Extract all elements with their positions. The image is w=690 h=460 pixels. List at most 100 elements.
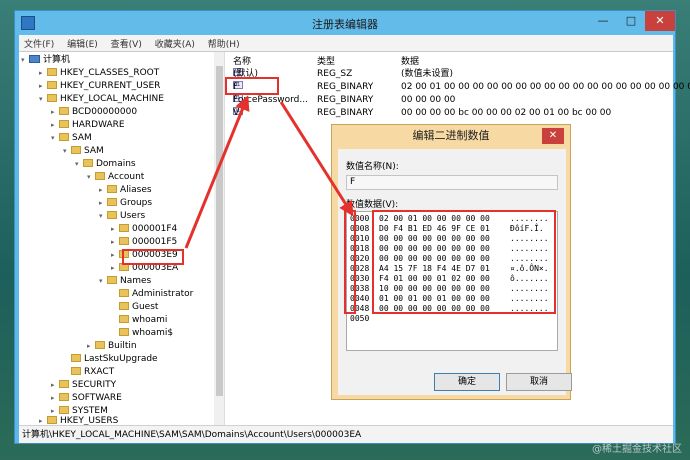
expand-arrow-icon[interactable]: ▸ [99, 197, 107, 209]
expand-arrow-icon[interactable]: ▸ [51, 379, 59, 391]
folder-icon [59, 107, 69, 115]
tree-item[interactable]: Guest [111, 301, 158, 313]
tree-item[interactable]: RXACT [63, 366, 114, 378]
tree-item[interactable]: ▸ Aliases [99, 184, 152, 196]
menu-view[interactable]: 查看(V) [106, 35, 147, 52]
menu-file[interactable]: 文件(F) [19, 35, 59, 52]
dialog-close-button[interactable]: ✕ [542, 128, 564, 144]
value-data: 00 00 00 00 [401, 95, 456, 105]
tree-item[interactable]: ▸ HKEY_CLASSES_ROOT [39, 67, 159, 79]
tree-label: Guest [132, 302, 159, 312]
value-row[interactable]: 01 ForcePassword... REG_BINARY 00 00 00 0… [229, 94, 673, 107]
tree-item[interactable]: ▸ Groups [99, 197, 152, 209]
tree-item[interactable]: Administrator [111, 288, 193, 300]
folder-icon [47, 68, 57, 76]
tree-label: BCD00000000 [72, 107, 138, 117]
folder-icon [119, 328, 129, 336]
value-name-field[interactable]: F [346, 175, 558, 190]
collapse-arrow-icon[interactable]: ▾ [99, 275, 107, 287]
tree-label: Administrator [132, 289, 194, 299]
tree-item[interactable]: ▸ SECURITY [51, 379, 116, 391]
tree-item[interactable]: ▾ SAM [63, 145, 104, 157]
collapse-arrow-icon[interactable]: ▾ [87, 171, 95, 183]
value-row[interactable]: ab (默认) REG_SZ (数值未设置) [229, 68, 673, 81]
value-type: REG_BINARY [317, 95, 374, 105]
menu-help[interactable]: 帮助(H) [203, 35, 245, 52]
folder-icon [71, 354, 81, 362]
tree-item[interactable]: ▸ 000001F5 [111, 236, 177, 248]
collapse-arrow-icon[interactable]: ▾ [75, 158, 83, 170]
collapse-arrow-icon[interactable]: ▾ [51, 132, 59, 144]
collapse-arrow-icon[interactable]: ▾ [21, 54, 29, 66]
tree-label: HKEY_CLASSES_ROOT [60, 68, 160, 78]
maximize-button[interactable]: □ [617, 11, 645, 31]
tree-item[interactable]: ▾ HKEY_LOCAL_MACHINE [39, 93, 164, 105]
expand-arrow-icon[interactable]: ▸ [111, 223, 119, 235]
folder-icon [59, 133, 69, 141]
minimize-button[interactable]: — [589, 11, 617, 31]
tree-scrollbar[interactable] [214, 52, 224, 426]
tree-label: SAM [84, 146, 104, 156]
column-header-name[interactable]: 名称 [233, 54, 251, 67]
tree-item[interactable]: ▸ SOFTWARE [51, 392, 122, 404]
folder-icon [47, 94, 57, 102]
tree-item[interactable]: ▾ SAM [51, 132, 92, 144]
tree-item[interactable]: whoami [111, 314, 167, 326]
expand-arrow-icon[interactable]: ▸ [87, 340, 95, 352]
highlight-offset-column [344, 210, 356, 314]
expand-arrow-icon[interactable]: ▸ [51, 106, 59, 118]
folder-icon [107, 276, 117, 284]
folder-icon [107, 185, 117, 193]
tree-item[interactable]: ▾ Domains [75, 158, 136, 170]
tree-label: RXACT [84, 367, 115, 377]
expand-arrow-icon[interactable]: ▸ [111, 262, 119, 274]
tree-label: Builtin [108, 341, 137, 351]
collapse-arrow-icon[interactable]: ▾ [99, 210, 107, 222]
collapse-arrow-icon[interactable]: ▾ [63, 145, 71, 157]
expand-arrow-icon[interactable]: ▸ [39, 80, 47, 92]
computer-icon [29, 55, 40, 63]
collapse-arrow-icon[interactable]: ▾ [39, 93, 47, 105]
value-row[interactable]: 01 V REG_BINARY 00 00 00 00 bc 00 00 00 0… [229, 107, 673, 120]
tree-label: whoami$ [132, 328, 174, 338]
tree-item[interactable]: ▸ 000001F4 [111, 223, 177, 235]
tree-item[interactable]: ▸ BCD00000000 [51, 106, 137, 118]
cancel-button[interactable]: 取消 [506, 373, 572, 391]
expand-arrow-icon[interactable]: ▸ [99, 184, 107, 196]
expand-arrow-icon[interactable]: ▸ [39, 67, 47, 79]
tree-item[interactable]: ▾ Names [99, 275, 151, 287]
tree-item[interactable]: ▸ HARDWARE [51, 119, 125, 131]
close-button[interactable]: ✕ [645, 11, 675, 31]
column-header-type[interactable]: 类型 [317, 54, 335, 67]
highlight-hex-data [372, 210, 556, 314]
expand-arrow-icon[interactable]: ▸ [111, 249, 119, 261]
tree-item-computer[interactable]: ▾ 计算机 [21, 54, 70, 66]
folder-icon [71, 367, 81, 375]
tree-item[interactable]: ▸ Builtin [87, 340, 137, 352]
value-name-label: 数值名称(N): [346, 162, 399, 172]
tree-label: Aliases [120, 185, 152, 195]
tree-label: Names [120, 276, 152, 286]
value-row[interactable]: 01 F REG_BINARY 02 00 01 00 00 00 00 00 0… [229, 81, 690, 94]
value-data: 00 00 00 00 bc 00 00 00 02 00 01 00 bc 0… [401, 108, 612, 118]
expand-arrow-icon[interactable]: ▸ [51, 119, 59, 131]
menu-favorites[interactable]: 收藏夹(A) [150, 35, 200, 52]
column-header-data[interactable]: 数据 [401, 54, 419, 67]
expand-arrow-icon[interactable]: ▸ [51, 392, 59, 404]
dialog-title: 编辑二进制数值 [412, 129, 490, 142]
title-bar: 注册表编辑器 — □ ✕ [15, 11, 675, 35]
menu-edit[interactable]: 编辑(E) [62, 35, 103, 52]
ok-button[interactable]: 确定 [434, 373, 500, 391]
folder-icon [83, 159, 93, 167]
tree-item[interactable]: ▾ Account [87, 171, 144, 183]
expand-arrow-icon[interactable]: ▸ [111, 236, 119, 248]
value-data: (数值未设置) [401, 69, 454, 79]
scrollbar-thumb[interactable] [216, 66, 223, 396]
folder-icon [107, 211, 117, 219]
folder-icon [59, 393, 69, 401]
menu-bar: 文件(F) 编辑(E) 查看(V) 收藏夹(A) 帮助(H) [19, 35, 673, 51]
tree-item[interactable]: LastSkuUpgrade [63, 353, 158, 365]
tree-item[interactable]: whoami$ [111, 327, 173, 339]
tree-item[interactable]: ▸ HKEY_CURRENT_USER [39, 80, 160, 92]
tree-item[interactable]: ▾ Users [99, 210, 145, 222]
